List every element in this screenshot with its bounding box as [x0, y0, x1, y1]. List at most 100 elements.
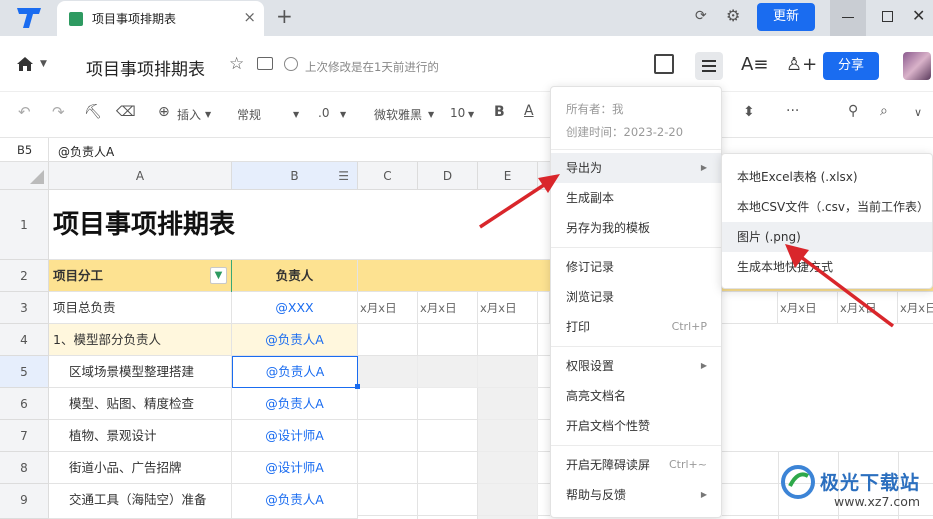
- eraser-icon[interactable]: ⌫: [116, 104, 136, 120]
- header-cell-task[interactable]: 项目分工 ▼: [49, 260, 232, 292]
- toolbar: ↶ ↷ ⛏ ⌫ ⊕ 插入 ▼ 常规 ▼ .0 ▼ 微软雅黑 ▼ 10 ▼ B A…: [0, 92, 933, 138]
- cell-reference[interactable]: B5: [17, 143, 32, 157]
- row-header[interactable]: 6: [0, 388, 49, 420]
- font-family-select[interactable]: 微软雅黑: [374, 106, 422, 123]
- doc-tab[interactable]: 项目事项排期表 ×: [57, 1, 264, 36]
- task-cell[interactable]: 项目总负责: [49, 292, 232, 324]
- decimal-button[interactable]: .0: [318, 106, 329, 120]
- owner-cell[interactable]: @设计师A: [232, 420, 358, 452]
- close-window-button[interactable]: ✕: [912, 6, 925, 25]
- bold-button[interactable]: B: [494, 104, 505, 120]
- export-csv[interactable]: 本地CSV文件（.csv，当前工作表）: [722, 192, 932, 222]
- doc-check-icon[interactable]: [654, 54, 674, 74]
- chevron-down-icon[interactable]: ▼: [293, 110, 299, 119]
- more-icon[interactable]: ···: [786, 103, 799, 119]
- menu-divider: [551, 346, 721, 347]
- row-header[interactable]: 5: [0, 356, 49, 388]
- doc-title[interactable]: 项目事项排期表: [86, 55, 205, 80]
- tab-close-icon[interactable]: ×: [243, 8, 256, 26]
- select-all-corner[interactable]: [0, 162, 49, 190]
- menu-item-permissions[interactable]: 权限设置 ▶: [551, 351, 721, 381]
- date-cell[interactable]: [538, 292, 550, 324]
- minimize-button[interactable]: [830, 0, 866, 36]
- formula-input[interactable]: @负责人A: [58, 143, 114, 160]
- menu-item-view-history[interactable]: 浏览记录: [551, 282, 721, 312]
- chevron-down-icon[interactable]: ▼: [40, 59, 47, 69]
- menu-item-save-template[interactable]: 另存为我的模板: [551, 213, 721, 243]
- new-tab-icon[interactable]: +: [276, 4, 293, 28]
- header-cell-owner[interactable]: 负责人: [232, 260, 358, 292]
- filter-menu-icon[interactable]: ☰: [338, 162, 349, 190]
- align-icon[interactable]: ⬍: [743, 104, 755, 120]
- column-header-a[interactable]: A: [49, 162, 232, 190]
- menu-item-doc-like[interactable]: 开启文档个性赞: [551, 411, 721, 441]
- task-cell[interactable]: 交通工具（海陆空）准备: [49, 484, 232, 519]
- menu-item-revision-history[interactable]: 修订记录: [551, 252, 721, 282]
- font-size-select[interactable]: 10: [450, 106, 465, 120]
- column-header-b[interactable]: B ☰: [232, 162, 358, 190]
- insert-button[interactable]: 插入: [177, 106, 201, 123]
- row-header[interactable]: 2: [0, 260, 49, 292]
- shaded-range: [358, 356, 538, 388]
- row-header[interactable]: 7: [0, 420, 49, 452]
- chevron-down-icon[interactable]: ▼: [428, 110, 434, 119]
- task-cell[interactable]: 街道小品、广告招牌: [49, 452, 232, 484]
- undo-icon[interactable]: ↶: [18, 103, 31, 121]
- chevron-down-icon[interactable]: ▼: [340, 110, 346, 119]
- date-cell[interactable]: x月x日: [478, 292, 538, 324]
- font-color-button[interactable]: A: [524, 103, 534, 119]
- row-header[interactable]: 1: [0, 190, 49, 260]
- column-header-d[interactable]: D: [418, 162, 478, 190]
- menu-item-highlight-name[interactable]: 高亮文档名: [551, 381, 721, 411]
- search-icon[interactable]: ⌕: [880, 103, 888, 119]
- export-xlsx[interactable]: 本地Excel表格 (.xlsx): [722, 162, 932, 192]
- menu-item-help[interactable]: 帮助与反馈 ▶: [551, 480, 721, 510]
- row-header[interactable]: 4: [0, 324, 49, 356]
- menu-item-export[interactable]: 导出为 ▶: [551, 153, 721, 183]
- chevron-down-icon[interactable]: ▼: [205, 110, 211, 119]
- owner-cell[interactable]: @XXX: [232, 292, 358, 324]
- shortcut-label: Ctrl+~: [668, 458, 707, 471]
- row-header[interactable]: 9: [0, 484, 49, 519]
- last-edit-status[interactable]: 上次修改是在1天前进行的: [305, 59, 439, 75]
- owner-cell[interactable]: @负责人A: [232, 388, 358, 420]
- owner-cell[interactable]: @负责人A: [232, 324, 358, 356]
- menu-item-copy[interactable]: 生成副本: [551, 183, 721, 213]
- menu-divider: [551, 149, 721, 150]
- chevron-down-icon[interactable]: ▼: [468, 110, 474, 119]
- owner-cell[interactable]: @负责人A: [232, 484, 358, 519]
- refresh-icon[interactable]: ⟳: [695, 8, 707, 24]
- menu-item-accessibility[interactable]: 开启无障碍读屏 Ctrl+~: [551, 450, 721, 480]
- paint-icon[interactable]: ⚲: [848, 103, 858, 119]
- filter-icon[interactable]: ▼: [210, 267, 227, 284]
- owner-cell-selected[interactable]: @负责人A: [232, 356, 358, 388]
- date-cell[interactable]: x月x日: [418, 292, 478, 324]
- update-button[interactable]: 更新: [757, 3, 815, 31]
- text-format-icon[interactable]: A≡: [741, 54, 768, 75]
- owner-cell[interactable]: @设计师A: [232, 452, 358, 484]
- task-cell[interactable]: 1、模型部分负责人: [49, 324, 232, 356]
- avatar[interactable]: [903, 52, 931, 80]
- app-logo-icon[interactable]: [14, 6, 44, 30]
- task-cell[interactable]: 模型、贴图、精度检查: [49, 388, 232, 420]
- row-header[interactable]: 3: [0, 292, 49, 324]
- collapse-toolbar-icon[interactable]: ∨: [914, 106, 922, 119]
- fill-handle[interactable]: [355, 384, 360, 389]
- redo-icon[interactable]: ↷: [52, 103, 65, 121]
- menu-item-print[interactable]: 打印 Ctrl+P: [551, 312, 721, 342]
- task-cell[interactable]: 植物、景观设计: [49, 420, 232, 452]
- star-icon[interactable]: ☆: [229, 54, 244, 74]
- menu-icon[interactable]: [695, 52, 723, 80]
- share-button[interactable]: 分享: [823, 52, 879, 80]
- task-cell[interactable]: 区域场景模型整理搭建: [49, 356, 232, 388]
- maximize-button[interactable]: [882, 11, 893, 22]
- row-header[interactable]: 8: [0, 452, 49, 484]
- settings-icon[interactable]: ⚙: [726, 6, 740, 25]
- column-header-c[interactable]: C: [358, 162, 418, 190]
- date-cell[interactable]: x月x日: [358, 292, 418, 324]
- move-folder-icon[interactable]: [257, 57, 273, 70]
- home-icon[interactable]: [16, 56, 34, 72]
- add-user-icon[interactable]: ♙+: [786, 54, 817, 75]
- number-format-select[interactable]: 常规: [237, 106, 261, 123]
- format-painter-icon[interactable]: ⛏: [84, 104, 102, 120]
